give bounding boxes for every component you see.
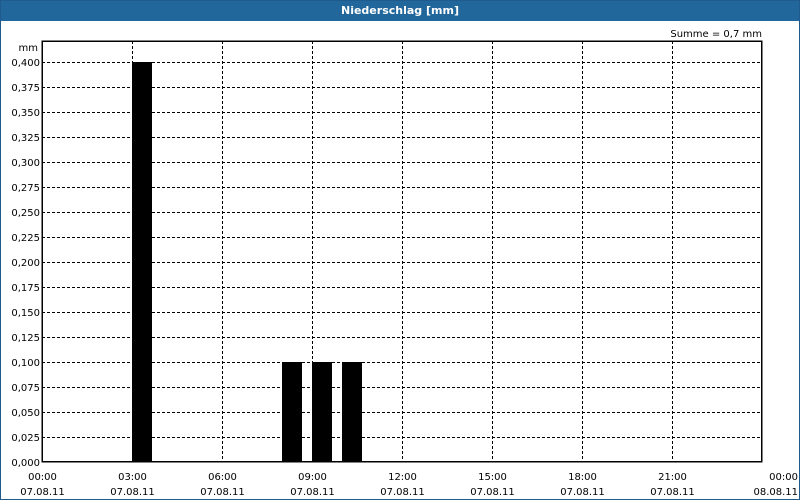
sum-label: Summe = 0,7 mm bbox=[670, 29, 762, 40]
y-tick-label: 0,200 bbox=[11, 258, 40, 269]
y-tick-label: 0,100 bbox=[11, 358, 40, 369]
chart-window: Niederschlag [mm] 0,000 0,025 0,050 0,075 0,… bbox=[0, 0, 800, 500]
precipitation-bar bbox=[132, 62, 152, 462]
x-tick-date: 07.08.11 bbox=[470, 487, 515, 498]
precipitation-bar bbox=[342, 362, 362, 462]
precipitation-bar bbox=[282, 362, 302, 462]
y-tick-label: 0,375 bbox=[11, 83, 40, 94]
y-axis-unit: mm bbox=[19, 43, 38, 54]
x-tick-date: 07.08.11 bbox=[380, 487, 425, 498]
precipitation-chart: 0,000 0,025 0,050 0,075 0,100 0,125 0,150 0,175… bbox=[11, 29, 798, 498]
y-tick-label: 0,150 bbox=[11, 308, 40, 319]
precipitation-bar bbox=[312, 362, 332, 462]
y-tick-label: 0,125 bbox=[11, 333, 40, 344]
x-tick-time: 12:00 bbox=[388, 472, 417, 483]
y-tick-label: 0,275 bbox=[11, 183, 40, 194]
x-tick-date: 07.08.11 bbox=[200, 487, 245, 498]
y-tick-label: 0,000 bbox=[11, 458, 40, 469]
x-tick-date: 07.08.11 bbox=[20, 487, 65, 498]
x-tick-time: 06:00 bbox=[208, 472, 237, 483]
y-tick-label: 0,325 bbox=[11, 133, 40, 144]
y-tick-label: 0,175 bbox=[11, 283, 40, 294]
x-tick-date: 08.08.11 bbox=[753, 487, 798, 498]
x-tick-time: 21:00 bbox=[658, 472, 687, 483]
y-tick-label: 0,075 bbox=[11, 383, 40, 394]
y-tick-label: 0,250 bbox=[11, 208, 40, 219]
y-tick-label: 0,050 bbox=[11, 408, 40, 419]
y-tick-label: 0,350 bbox=[11, 108, 40, 119]
x-tick-date: 07.08.11 bbox=[650, 487, 695, 498]
x-tick-time: 00:00 bbox=[769, 472, 798, 483]
x-tick-date: 07.08.11 bbox=[110, 487, 155, 498]
x-tick-time: 09:00 bbox=[298, 472, 327, 483]
x-tick-date: 07.08.11 bbox=[560, 487, 605, 498]
y-tick-label: 0,225 bbox=[11, 233, 40, 244]
x-tick-time: 18:00 bbox=[568, 472, 597, 483]
y-tick-label: 0,300 bbox=[11, 158, 40, 169]
x-tick-time: 00:00 bbox=[28, 472, 57, 483]
y-tick-label: 0,025 bbox=[11, 433, 40, 444]
x-tick-time: 03:00 bbox=[118, 472, 147, 483]
x-tick-time: 15:00 bbox=[478, 472, 507, 483]
y-tick-label: 0,400 bbox=[11, 58, 40, 69]
x-tick-date: 07.08.11 bbox=[290, 487, 335, 498]
